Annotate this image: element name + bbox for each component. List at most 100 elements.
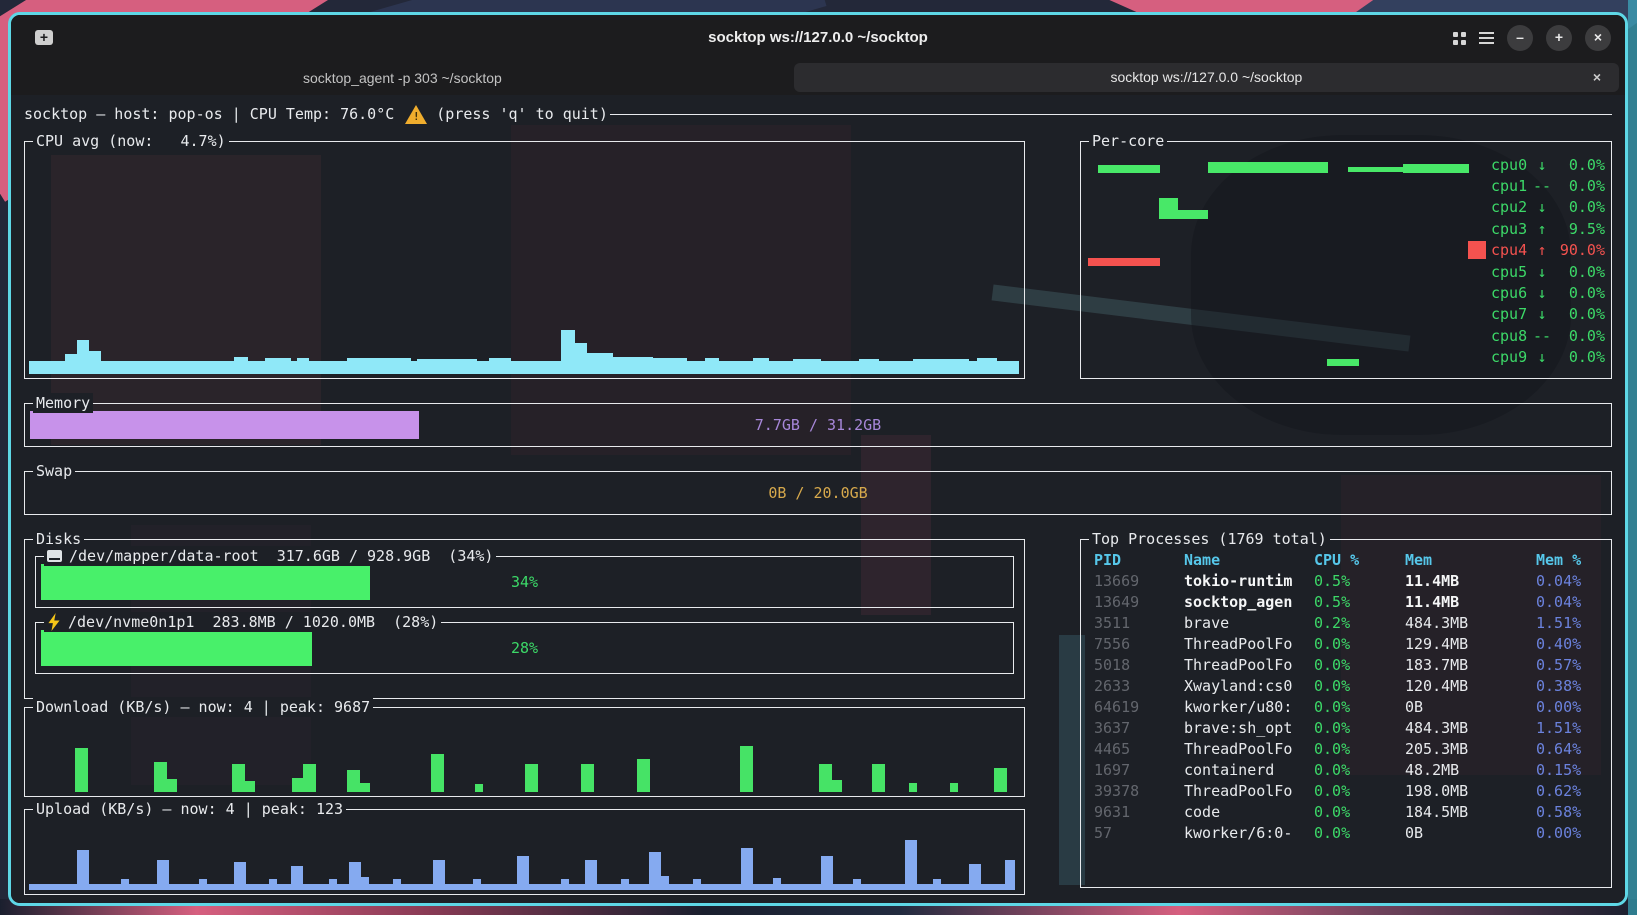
process-pid: 5018 [1094, 655, 1184, 676]
core-usage-value: 9.5% [1555, 220, 1605, 238]
swap-title: Swap [33, 461, 75, 481]
per-core-panel: Per-core cpu0↓0.0%cpu1--0.0%cpu2↓0.0%cpu… [1080, 141, 1612, 379]
processes-panel: Top Processes (1769 total) PID Name CPU … [1080, 539, 1612, 888]
close-button[interactable]: × [1585, 25, 1611, 51]
process-name: containerd [1184, 760, 1314, 781]
spark-bar [157, 860, 169, 890]
core-trend-arrow: -- [1529, 177, 1555, 195]
upload-sparkline [29, 824, 1020, 890]
process-name: ThreadPoolFo [1184, 634, 1314, 655]
spark-bar [693, 879, 701, 890]
process-pid: 13649 [1094, 592, 1184, 613]
memory-gauge: 7.7GB / 31.2GB [30, 411, 1606, 439]
spark-bar [741, 848, 753, 890]
process-mem: 484.3MB [1405, 718, 1536, 739]
core-trend-arrow: ↓ [1529, 156, 1555, 174]
spark-bar [303, 764, 316, 792]
process-mem-percent: 0.04% [1536, 571, 1603, 592]
process-cpu: 0.0% [1314, 739, 1405, 760]
disk-item-label: /dev/nvme0n1p1 283.8MB / 1020.0MB (28%) [68, 612, 438, 632]
process-name: ThreadPoolFo [1184, 655, 1314, 676]
process-row: 13669tokio-runtim0.5%11.4MB0.04% [1081, 571, 1611, 592]
disk-item-nvme: /dev/nvme0n1p1 283.8MB / 1020.0MB (28%) … [35, 622, 1014, 674]
tab-socktop-agent[interactable]: socktop_agent -p 303 ~/socktop [11, 61, 794, 95]
process-row: 13649socktop_agen0.5%11.4MB0.04% [1081, 592, 1611, 613]
spark-bar [905, 840, 917, 890]
core-row-cpu0: cpu0↓0.0% [1468, 154, 1605, 175]
spark-bar [561, 879, 569, 890]
core-history-segment [1098, 165, 1160, 173]
tab-active-label: socktop ws://127.0.0 ~/socktop [1110, 69, 1302, 85]
add-tab-button[interactable]: + [1546, 25, 1572, 51]
minimize-button[interactable]: – [1507, 25, 1533, 51]
core-name: cpu5 [1491, 263, 1529, 281]
core-row-cpu4: cpu4↑90.0% [1468, 240, 1605, 261]
process-pid: 13669 [1094, 571, 1184, 592]
spark-bar [1005, 860, 1015, 890]
process-cpu: 0.0% [1314, 760, 1405, 781]
spark-bar [525, 764, 538, 792]
wallpaper-shape [1628, 0, 1637, 915]
tab-close-icon[interactable]: × [1587, 63, 1607, 92]
core-usage-value: 0.0% [1555, 327, 1605, 345]
process-mem: 129.4MB [1405, 634, 1536, 655]
spark-bar [950, 783, 958, 792]
process-mem: 0B [1405, 697, 1536, 718]
disk-gauge: 28% [41, 630, 1008, 666]
process-pid: 9631 [1094, 802, 1184, 823]
process-pid: 2633 [1094, 676, 1184, 697]
disk-gauge-label: 34% [41, 564, 1008, 600]
disk-gauge-label: 28% [41, 630, 1008, 666]
process-cpu: 0.0% [1314, 823, 1405, 844]
core-row-cpu8: cpu8--0.0% [1468, 325, 1605, 346]
process-mem-percent: 0.40% [1536, 634, 1603, 655]
spark-bar [393, 879, 401, 890]
core-history-segment [1348, 167, 1404, 172]
spark-bar [89, 351, 101, 374]
process-mem: 48.2MB [1405, 760, 1536, 781]
col-mem: Mem [1405, 550, 1536, 571]
process-row: 39378ThreadPoolFo0.0%198.0MB0.62% [1081, 781, 1611, 802]
per-core-title: Per-core [1089, 131, 1167, 151]
col-cpu: CPU % [1314, 550, 1405, 571]
warning-triangle-icon: ! [404, 105, 428, 124]
window-title: socktop ws://127.0.0 ~/socktop [11, 15, 1625, 61]
core-history-segment [1178, 210, 1208, 219]
window-controls: – + × [1453, 15, 1611, 61]
core-usage-value: 0.0% [1555, 156, 1605, 174]
process-pid: 39378 [1094, 781, 1184, 802]
spark-bar [661, 876, 669, 890]
process-name: kworker/u80: [1184, 697, 1314, 718]
process-cpu: 0.5% [1314, 592, 1405, 613]
spark-bar [517, 856, 529, 890]
download-sparkline [29, 722, 1020, 792]
left-column: Disks /dev/mapper/data-root 317.6GB / 92… [24, 539, 1025, 895]
processes-title: Top Processes (1769 total) [1089, 529, 1330, 549]
memory-title: Memory [33, 393, 93, 413]
core-trend-arrow: ↓ [1529, 263, 1555, 281]
tab-overview-icon[interactable] [1453, 32, 1466, 45]
core-name: cpu7 [1491, 305, 1529, 323]
process-mem: 120.4MB [1405, 676, 1536, 697]
spark-bar [265, 358, 291, 374]
tab-socktop-active[interactable]: socktop ws://127.0.0 ~/socktop × [794, 63, 1619, 92]
menu-icon[interactable] [1479, 32, 1494, 44]
process-name: code [1184, 802, 1314, 823]
spark-bar [360, 783, 370, 792]
process-mem-percent: 0.58% [1536, 802, 1603, 823]
core-alert-square [1468, 241, 1486, 259]
process-pid: 1697 [1094, 760, 1184, 781]
process-row: 5018ThreadPoolFo0.0%183.7MB0.57% [1081, 655, 1611, 676]
process-mem-percent: 0.00% [1536, 697, 1603, 718]
spark-bar [77, 340, 89, 374]
process-row: 3511brave0.2%484.3MB1.51% [1081, 613, 1611, 634]
core-name: cpu8 [1491, 327, 1529, 345]
disk-item-label: /dev/mapper/data-root 317.6GB / 928.9GB … [69, 546, 493, 566]
spark-bar [234, 357, 248, 374]
core-history-segment [1088, 258, 1160, 266]
process-cpu: 0.0% [1314, 676, 1405, 697]
memory-gauge-label: 7.7GB / 31.2GB [30, 411, 1606, 439]
cpu-avg-sparkline [29, 156, 1020, 374]
core-row-cpu1: cpu1--0.0% [1468, 175, 1605, 196]
core-trend-arrow: -- [1529, 327, 1555, 345]
